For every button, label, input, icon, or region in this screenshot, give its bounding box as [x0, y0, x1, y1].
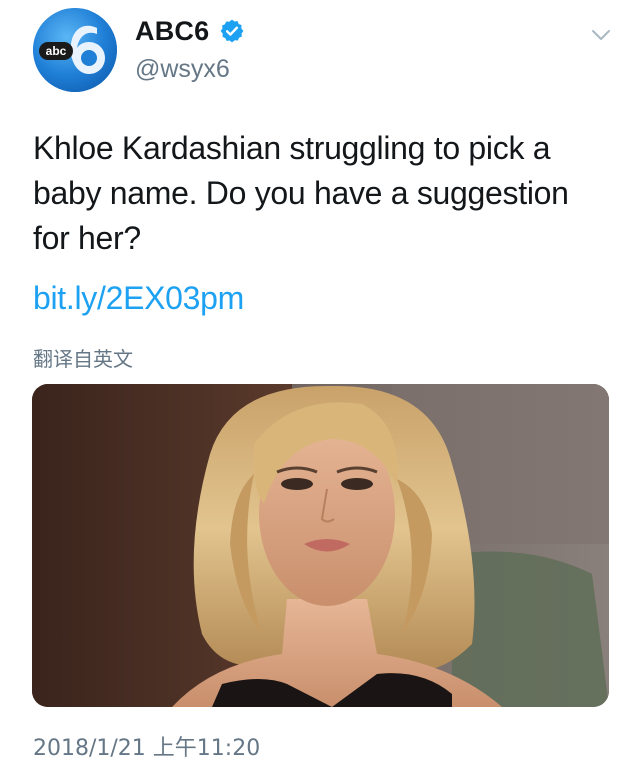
chevron-down-icon[interactable] — [590, 24, 612, 46]
tweet-link[interactable]: bit.ly/2EX03pm — [33, 276, 244, 321]
tweet-text: Khloe Kardashian struggling to pick a ba… — [33, 130, 569, 256]
avatar[interactable]: abc — [33, 8, 117, 92]
tweet-card: abc ABC6 @wsyx6 Khloe Kardashian struggl… — [0, 0, 640, 773]
verified-badge-icon — [220, 19, 244, 43]
photo-icon — [32, 384, 609, 707]
tweet-timestamp: 2018/1/21 上午11:20 — [33, 736, 261, 761]
author-display-name[interactable]: ABC6 — [135, 16, 209, 47]
author-name-row: ABC6 — [135, 14, 245, 48]
avatar-logo-text: abc — [46, 44, 67, 58]
author-handle[interactable]: @wsyx6 — [135, 55, 230, 84]
abc6-logo-icon: abc — [33, 8, 117, 92]
translate-button[interactable]: 翻译自英文 — [33, 343, 133, 372]
tweet-media-photo[interactable] — [32, 384, 609, 707]
